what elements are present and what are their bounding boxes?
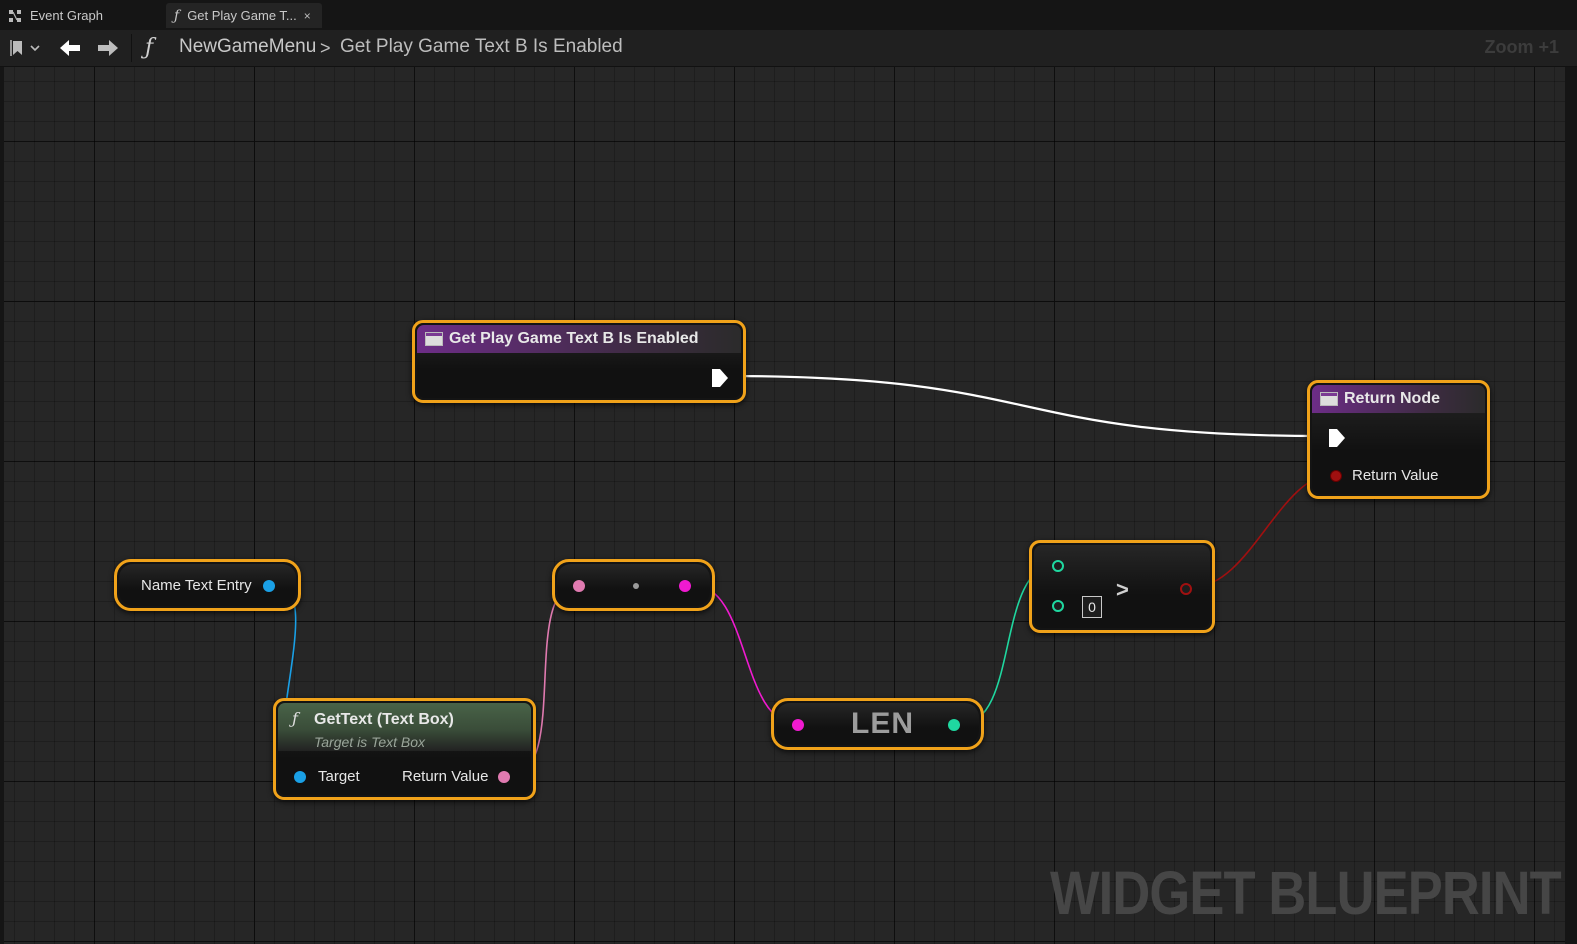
function-entry-node[interactable]: Get Play Game Text B Is Enabled	[412, 320, 746, 403]
string-in-pin[interactable]	[792, 719, 804, 731]
function-icon: ƒ	[174, 7, 180, 24]
len-node[interactable]: LEN	[771, 698, 984, 750]
function-icon: ƒ	[292, 709, 298, 728]
exec-out-pin[interactable]	[711, 368, 729, 388]
back-button[interactable]	[56, 37, 84, 59]
forward-button[interactable]	[94, 37, 122, 59]
zoom-level: Zoom +1	[1484, 37, 1559, 57]
tab-function[interactable]: ƒ Get Play Game T... ×	[166, 3, 322, 28]
target-pin[interactable]	[294, 771, 306, 783]
get-text-node[interactable]: ƒ GetText (Text Box) Target is Text Box …	[273, 698, 536, 800]
function-entry-icon	[425, 332, 443, 346]
text-out-pin[interactable]	[498, 771, 510, 783]
return-node[interactable]: Return Node Return Value	[1307, 380, 1490, 499]
greater-node[interactable]: 0 >	[1029, 540, 1215, 633]
tab-label: Event Graph	[30, 8, 103, 23]
toolbar: ƒ NewGameMenu > Get Play Game Text B Is …	[0, 30, 1577, 67]
right-edge	[1565, 67, 1577, 944]
exec-in-pin[interactable]	[1328, 428, 1346, 448]
breadcrumb-current: Get Play Game Text B Is Enabled	[340, 36, 623, 57]
tab-bar: Event Graph ƒ Get Play Game T... ×	[0, 0, 1577, 30]
return-value-label: Return Value	[1352, 467, 1439, 484]
return-value-label: Return Value	[402, 768, 489, 785]
text-in-pin[interactable]	[573, 580, 585, 592]
node-title: Get Play Game Text B Is Enabled	[449, 330, 699, 347]
target-label: Target	[318, 768, 360, 785]
string-out-pin[interactable]	[679, 580, 691, 592]
bookmark-button[interactable]	[8, 38, 44, 58]
operator-label: >	[1116, 577, 1129, 602]
node-header: Return Node	[1312, 385, 1485, 413]
object-out-pin[interactable]	[263, 580, 275, 592]
node-title: Return Node	[1344, 390, 1440, 407]
back-arrow-icon	[60, 40, 80, 56]
variable-label: Name Text Entry	[141, 577, 252, 594]
graph-canvas[interactable]	[4, 67, 1565, 944]
return-node-icon	[1320, 392, 1338, 406]
conversion-dot-icon	[633, 583, 639, 589]
name-text-entry-node[interactable]: Name Text Entry	[114, 559, 301, 611]
node-subtitle: Target is Text Box	[314, 734, 426, 750]
breadcrumb-parent[interactable]: NewGameMenu	[179, 36, 316, 58]
graph-icon	[8, 9, 22, 23]
breadcrumb-separator: >	[320, 38, 331, 58]
tab-event-graph[interactable]: Event Graph	[0, 3, 160, 28]
int-in-a-pin[interactable]	[1052, 560, 1064, 572]
function-glyph: ƒ	[145, 35, 154, 60]
default-value-field[interactable]: 0	[1082, 596, 1102, 618]
int-in-b-pin[interactable]	[1052, 600, 1064, 612]
tab-label: Get Play Game T...	[187, 8, 297, 23]
close-icon[interactable]: ×	[304, 9, 311, 23]
node-title: LEN	[851, 707, 914, 740]
bookmark-icon	[10, 40, 40, 56]
node-title: GetText (Text Box)	[314, 711, 454, 728]
node-header: Get Play Game Text B Is Enabled	[417, 325, 741, 353]
int-out-pin[interactable]	[948, 719, 960, 731]
conversion-node[interactable]	[552, 559, 715, 611]
watermark: WIDGET BLUEPRINT	[1050, 859, 1562, 927]
node-header: ƒ GetText (Text Box) Target is Text Box	[278, 703, 531, 751]
bool-out-pin[interactable]	[1180, 583, 1192, 595]
return-value-pin[interactable]	[1330, 470, 1342, 482]
forward-arrow-icon	[98, 40, 118, 56]
